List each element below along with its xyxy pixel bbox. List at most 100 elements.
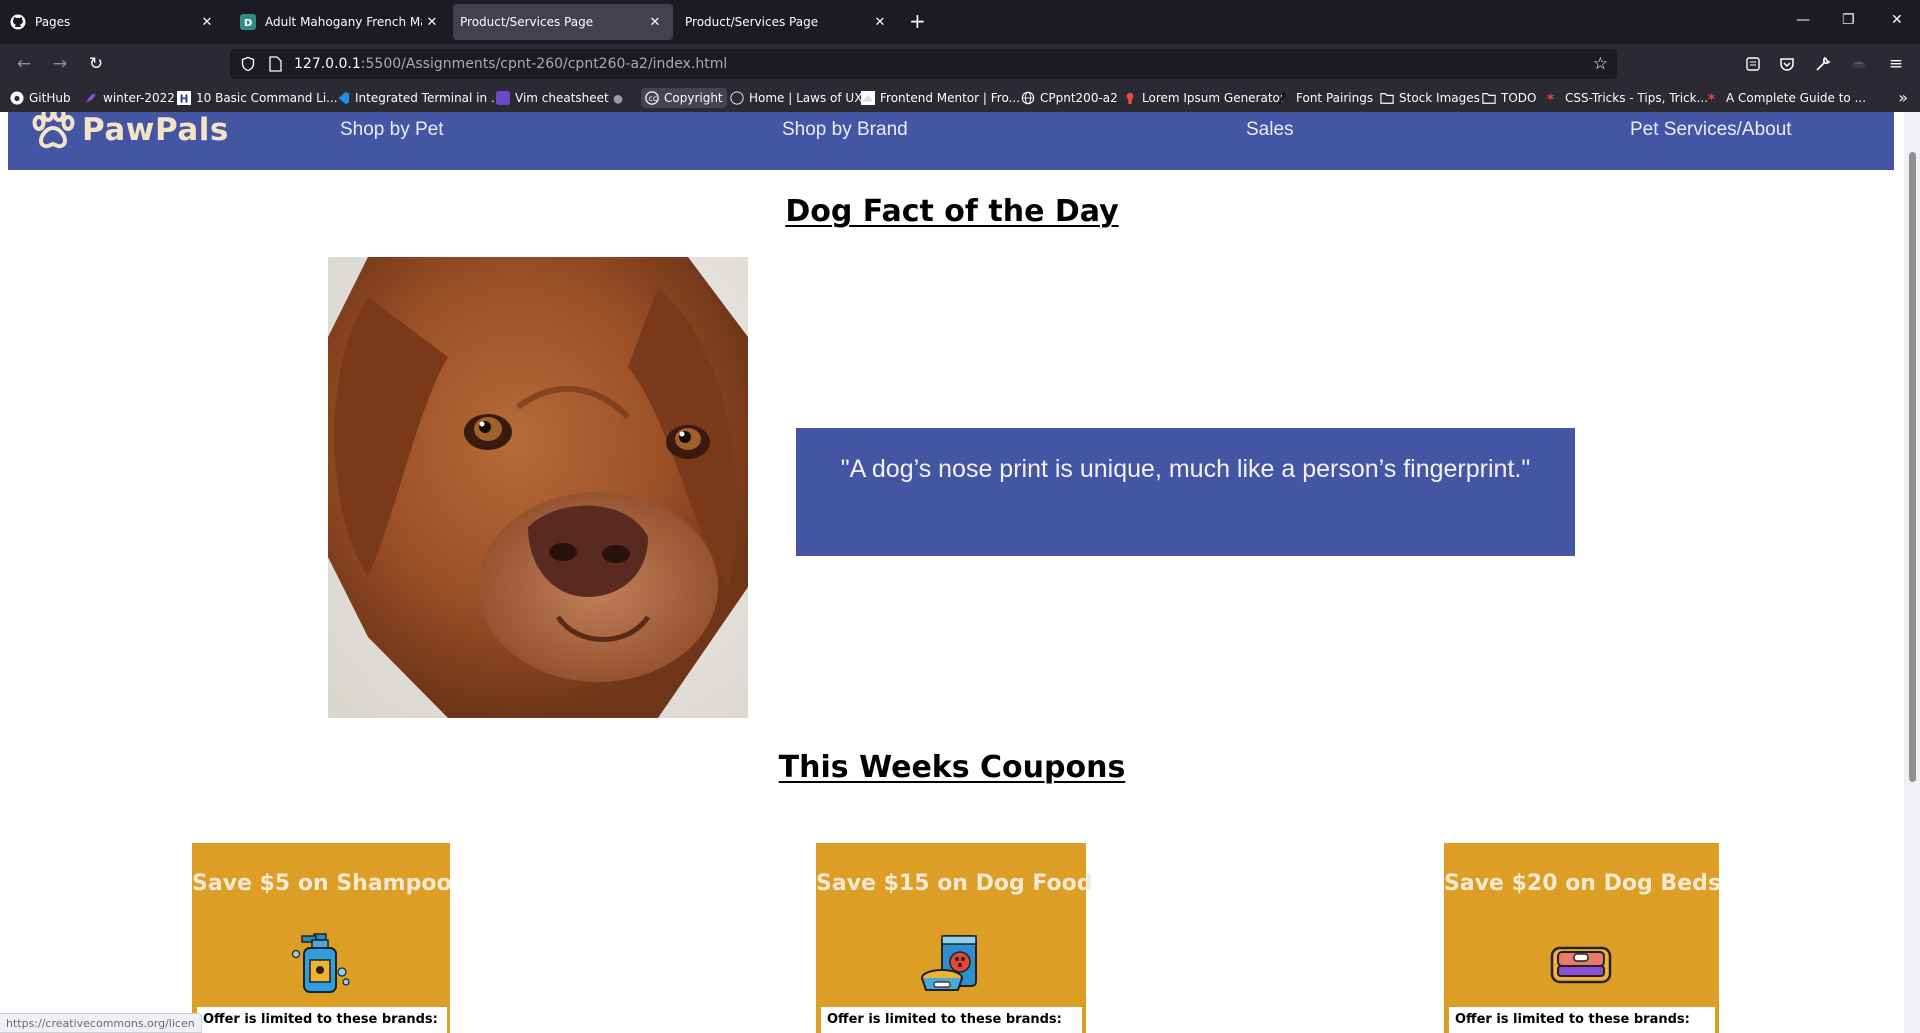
bookmark-copyright[interactable]: cc Copyright bbox=[641, 88, 727, 108]
back-icon[interactable]: ← bbox=[12, 52, 36, 76]
bookmark-label: Font Pairings bbox=[1296, 91, 1374, 105]
bookmark-winter-2022[interactable]: winter-2022 bbox=[84, 88, 175, 108]
bookmark-label: Stock Images bbox=[1399, 91, 1480, 105]
bookmark-integrated-terminal[interactable]: Integrated Terminal in ... bbox=[336, 88, 502, 108]
bookmark-label: winter-2022 bbox=[103, 91, 175, 105]
site-header: PawPals Shop by Pet Shop by Brand Sales … bbox=[8, 112, 1894, 170]
tab-product-services-active[interactable]: Product/Services Page ✕ bbox=[453, 4, 673, 40]
menu-icon[interactable]: ≡ bbox=[1884, 52, 1908, 76]
svg-text:*: * bbox=[1547, 92, 1555, 105]
bookmarks-overflow-icon[interactable]: » bbox=[1898, 89, 1908, 107]
bookmark-star-icon[interactable]: ☆ bbox=[1593, 54, 1608, 74]
close-tab-icon[interactable]: ✕ bbox=[422, 15, 442, 30]
coupons-heading: This Weeks Coupons bbox=[0, 750, 1904, 785]
css-tricks-icon: * bbox=[1708, 92, 1716, 105]
apple-icon bbox=[613, 94, 623, 104]
nav-pet-services-about[interactable]: Pet Services/About bbox=[1630, 119, 1792, 141]
close-window-icon[interactable]: ✕ bbox=[1891, 12, 1903, 28]
vscode-icon bbox=[338, 91, 350, 105]
nav-shop-by-brand[interactable]: Shop by Brand bbox=[782, 119, 908, 141]
coupon-offer-text: Offer is limited to these brands: bbox=[197, 1007, 447, 1033]
bookmark-label: Lorem Ipsum Generator bbox=[1142, 91, 1285, 105]
pocket-icon[interactable] bbox=[1778, 55, 1796, 73]
h-icon: H bbox=[177, 91, 191, 105]
coupon-card-dog-food[interactable]: Save $15 on Dog Food Offer is limited to… bbox=[816, 843, 1093, 1033]
frontend-mentor-icon bbox=[861, 91, 875, 105]
bookmark-label: TODO bbox=[1501, 91, 1537, 105]
bookmark-lorem-ipsum[interactable]: Lorem Ipsum Generator bbox=[1123, 88, 1285, 108]
fact-heading-text: Dog Fact of the Day bbox=[785, 194, 1119, 229]
logo-text: PawPals bbox=[82, 112, 229, 148]
bookmark-label: Copyright bbox=[664, 91, 723, 105]
address-bar[interactable]: 127.0.0.1:5500/Assignments/cpnt-260/cpnt… bbox=[230, 49, 1617, 79]
coupon-offer-text: Offer is limited to these brands: bbox=[1449, 1007, 1715, 1033]
close-tab-icon[interactable]: ✕ bbox=[197, 15, 217, 30]
bookmark-stock-images[interactable]: Stock Images bbox=[1380, 88, 1480, 108]
shield-icon bbox=[241, 56, 255, 72]
globe-icon bbox=[1021, 91, 1035, 105]
bookmark-apple[interactable] bbox=[611, 88, 630, 108]
bookmark-font-pairings[interactable]: Font Pairings bbox=[1277, 88, 1373, 108]
tab-product-services[interactable]: Product/Services Page ✕ bbox=[678, 4, 898, 40]
bookmark-complete-guide[interactable]: * A Complete Guide to ... bbox=[1707, 88, 1866, 108]
new-tab-button[interactable]: + bbox=[909, 10, 926, 32]
bookmark-frontend-mentor[interactable]: Frontend Mentor | Fro... bbox=[861, 88, 1020, 108]
close-tab-icon[interactable]: ✕ bbox=[645, 15, 665, 30]
d-icon: D bbox=[240, 14, 256, 30]
bookmarks-toolbar: GitHub winter-2022 H 10 Basic Command Li.… bbox=[0, 84, 1920, 112]
url-text: 127.0.0.1:5500/Assignments/cpnt-260/cpnt… bbox=[294, 56, 727, 72]
copyright-icon: cc bbox=[645, 91, 659, 105]
dog-bed-icon bbox=[1550, 946, 1612, 984]
extension-icon[interactable] bbox=[1850, 55, 1868, 73]
nav-sales[interactable]: Sales bbox=[1246, 119, 1294, 141]
url-path: :5500/Assignments/cpnt-260/cpnt260-a2/in… bbox=[360, 56, 728, 72]
bookmark-cppnt200[interactable]: CPpnt200-a2 bbox=[1021, 88, 1118, 108]
browser-tab-bar: Pages ✕ D Adult Mahogany French Mastiff … bbox=[0, 0, 1920, 44]
restore-icon[interactable]: ❐ bbox=[1842, 12, 1855, 28]
fact-quote-box: "A dog’s nose print is unique, much like… bbox=[796, 428, 1575, 556]
bookmark-github[interactable]: GitHub bbox=[10, 88, 71, 108]
fact-quote-text: "A dog’s nose print is unique, much like… bbox=[840, 455, 1531, 483]
minimize-icon[interactable]: — bbox=[1796, 12, 1810, 28]
coupon-card-shampoo[interactable]: Save $5 on Shampoo Offer is limited to t… bbox=[192, 843, 452, 1033]
bookmark-label: A Complete Guide to ... bbox=[1726, 91, 1867, 105]
bookmark-label: GitHub bbox=[29, 91, 71, 105]
svg-text:D: D bbox=[244, 18, 252, 29]
bookmark-vim[interactable]: Vim cheatsheet bbox=[496, 88, 609, 108]
bookmark-css-tricks[interactable]: * CSS-Tricks - Tips, Trick... bbox=[1546, 88, 1708, 108]
bookmark-label: Home | Laws of UX bbox=[749, 91, 863, 105]
close-tab-icon[interactable]: ✕ bbox=[870, 15, 890, 30]
svg-text:H: H bbox=[180, 93, 189, 105]
reader-view-icon[interactable] bbox=[1744, 55, 1762, 73]
bookmark-basic-commands[interactable]: H 10 Basic Command Li... bbox=[177, 88, 338, 108]
dog-food-icon bbox=[921, 935, 977, 991]
shampoo-bottle-icon bbox=[291, 933, 350, 993]
css-tricks-icon: * bbox=[1547, 92, 1555, 105]
site-logo[interactable]: PawPals bbox=[30, 112, 229, 149]
paw-icon bbox=[32, 112, 75, 149]
bookmark-label: CSS-Tricks - Tips, Trick... bbox=[1565, 91, 1709, 105]
bookmark-laws-of-ux[interactable]: Home | Laws of UX bbox=[730, 88, 862, 108]
coupon-card-dog-beds[interactable]: Save $20 on Dog Beds Offer is limited to… bbox=[1444, 843, 1721, 1033]
scrollbar-thumb[interactable] bbox=[1909, 152, 1916, 782]
bookmark-label: 10 Basic Command Li... bbox=[196, 91, 338, 105]
wrench-icon[interactable] bbox=[1814, 55, 1832, 73]
bookmark-label: Vim cheatsheet bbox=[515, 91, 609, 105]
tab-title: Pages bbox=[35, 15, 71, 29]
bookmark-todo[interactable]: TODO bbox=[1482, 88, 1536, 108]
folder-icon bbox=[1380, 93, 1394, 104]
page-viewport: PawPals Shop by Pet Shop by Brand Sales … bbox=[0, 112, 1904, 1033]
reload-icon[interactable]: ↻ bbox=[84, 52, 108, 76]
vim-icon bbox=[496, 91, 510, 105]
bookmark-label: CPpnt200-a2 bbox=[1040, 91, 1118, 105]
dog-photo bbox=[328, 257, 748, 718]
svg-text:*: * bbox=[1708, 92, 1716, 105]
tab-mastiff[interactable]: D Adult Mahogany French Mastiff ✕ bbox=[230, 4, 450, 40]
forward-icon[interactable]: → bbox=[48, 52, 72, 76]
browser-nav-bar: ← → ↻ 127.0.0.1:5500/Assignments/cpnt-26… bbox=[0, 44, 1920, 84]
coupons-heading-text: This Weeks Coupons bbox=[778, 750, 1126, 785]
nav-shop-by-pet[interactable]: Shop by Pet bbox=[340, 119, 444, 141]
folder-icon bbox=[1482, 93, 1496, 104]
page-scrollbar[interactable] bbox=[1904, 112, 1920, 1033]
tab-pages[interactable]: Pages ✕ bbox=[0, 4, 225, 40]
